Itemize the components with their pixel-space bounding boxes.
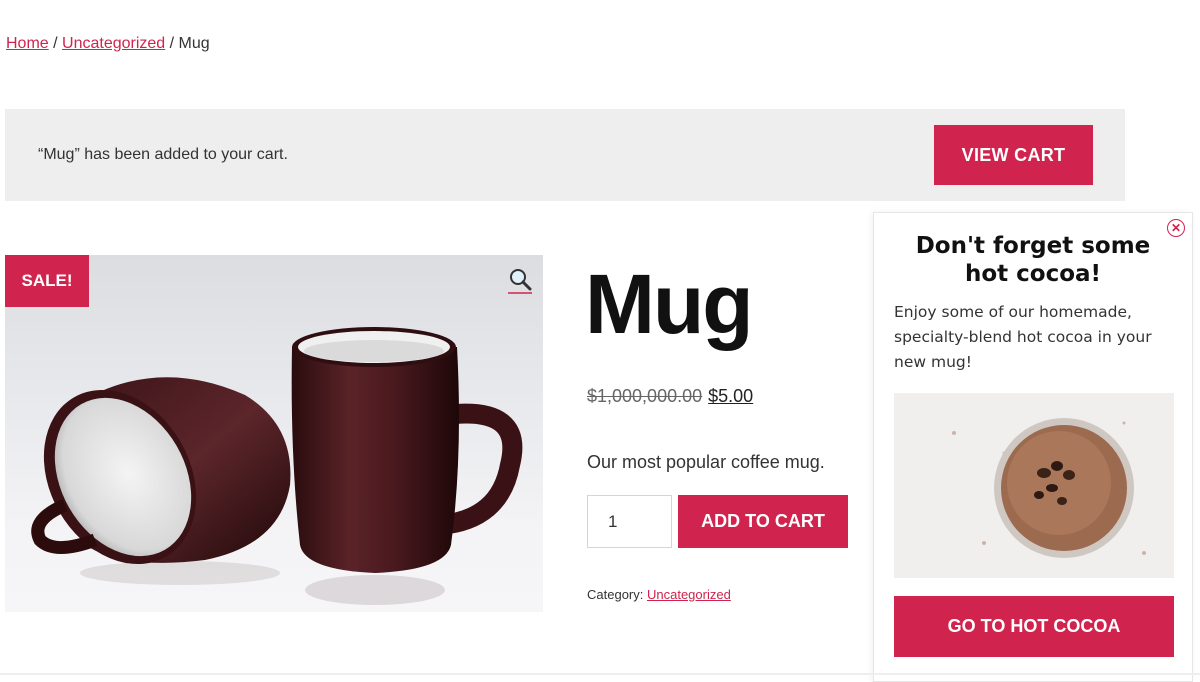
product-price: $1,000,000.00 $5.00 [587,386,753,407]
breadcrumb-category-link[interactable]: Uncategorized [62,35,165,52]
quantity-input[interactable] [587,495,672,548]
old-price: $1,000,000.00 [587,386,703,406]
sale-price: $5.00 [708,386,754,406]
go-to-hot-cocoa-button[interactable]: Go to hot cocoa [894,596,1174,657]
breadcrumb-separator: / [165,35,179,52]
breadcrumb: Home / Uncategorized / Mug [6,35,210,53]
product-description: Our most popular coffee mug. [587,452,825,472]
add-to-cart-button[interactable]: Add to cart [678,495,848,548]
cart-notice-message: “Mug” has been added to your cart. [38,146,288,163]
upsell-popup: ✕ Don't forget some hot cocoa! Enjoy som… [873,212,1193,682]
mugs-photo [5,327,543,612]
breadcrumb-home-link[interactable]: Home [6,35,49,52]
sale-badge: SALE! [5,255,89,307]
hot-cocoa-image [894,393,1174,578]
view-cart-button[interactable]: View cart [934,125,1093,185]
product-category: Category: Uncategorized [587,587,731,602]
popup-title: Don't forget some hot cocoa! [915,233,1151,287]
category-link[interactable]: Uncategorized [647,587,731,602]
breadcrumb-separator: / [48,35,63,52]
magnifier-icon[interactable] [506,266,534,294]
breadcrumb-current: Mug [178,35,210,52]
product-image[interactable] [5,255,543,612]
cart-notice: “Mug” has been added to your cart. View … [5,109,1125,201]
product-title: Mug [585,257,754,351]
popup-text: Enjoy some of our homemade, specialty-bl… [894,303,1152,371]
category-label: Category: [587,587,647,602]
